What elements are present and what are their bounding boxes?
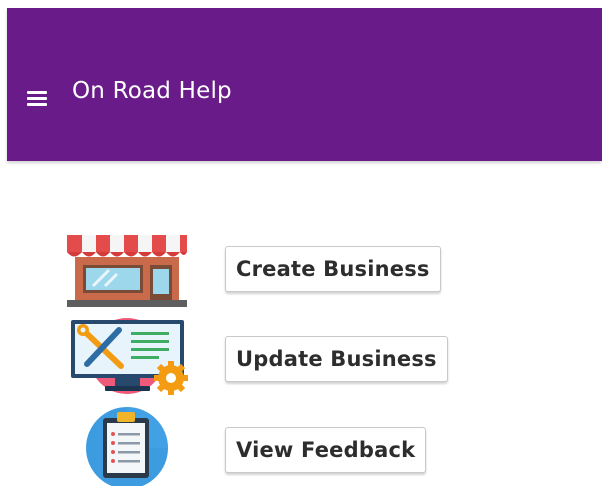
view-feedback-button[interactable]: View Feedback [225, 427, 427, 473]
store-icon [65, 228, 190, 308]
menu-item-view-feedback: View Feedback [65, 406, 505, 489]
app-title: On Road Help [72, 78, 232, 104]
page: On Road Help Create Business Update Busi… [0, 0, 602, 494]
clipboard-icon [65, 406, 190, 489]
update-business-button[interactable]: Update Business [225, 336, 448, 382]
menu-item-create-business: Create Business [65, 228, 505, 308]
app-bar: On Road Help [7, 8, 602, 161]
hamburger-menu-icon[interactable] [25, 86, 53, 110]
monitor-tools-icon [65, 316, 190, 396]
create-business-button[interactable]: Create Business [225, 246, 441, 292]
menu-item-update-business: Update Business [65, 316, 505, 396]
